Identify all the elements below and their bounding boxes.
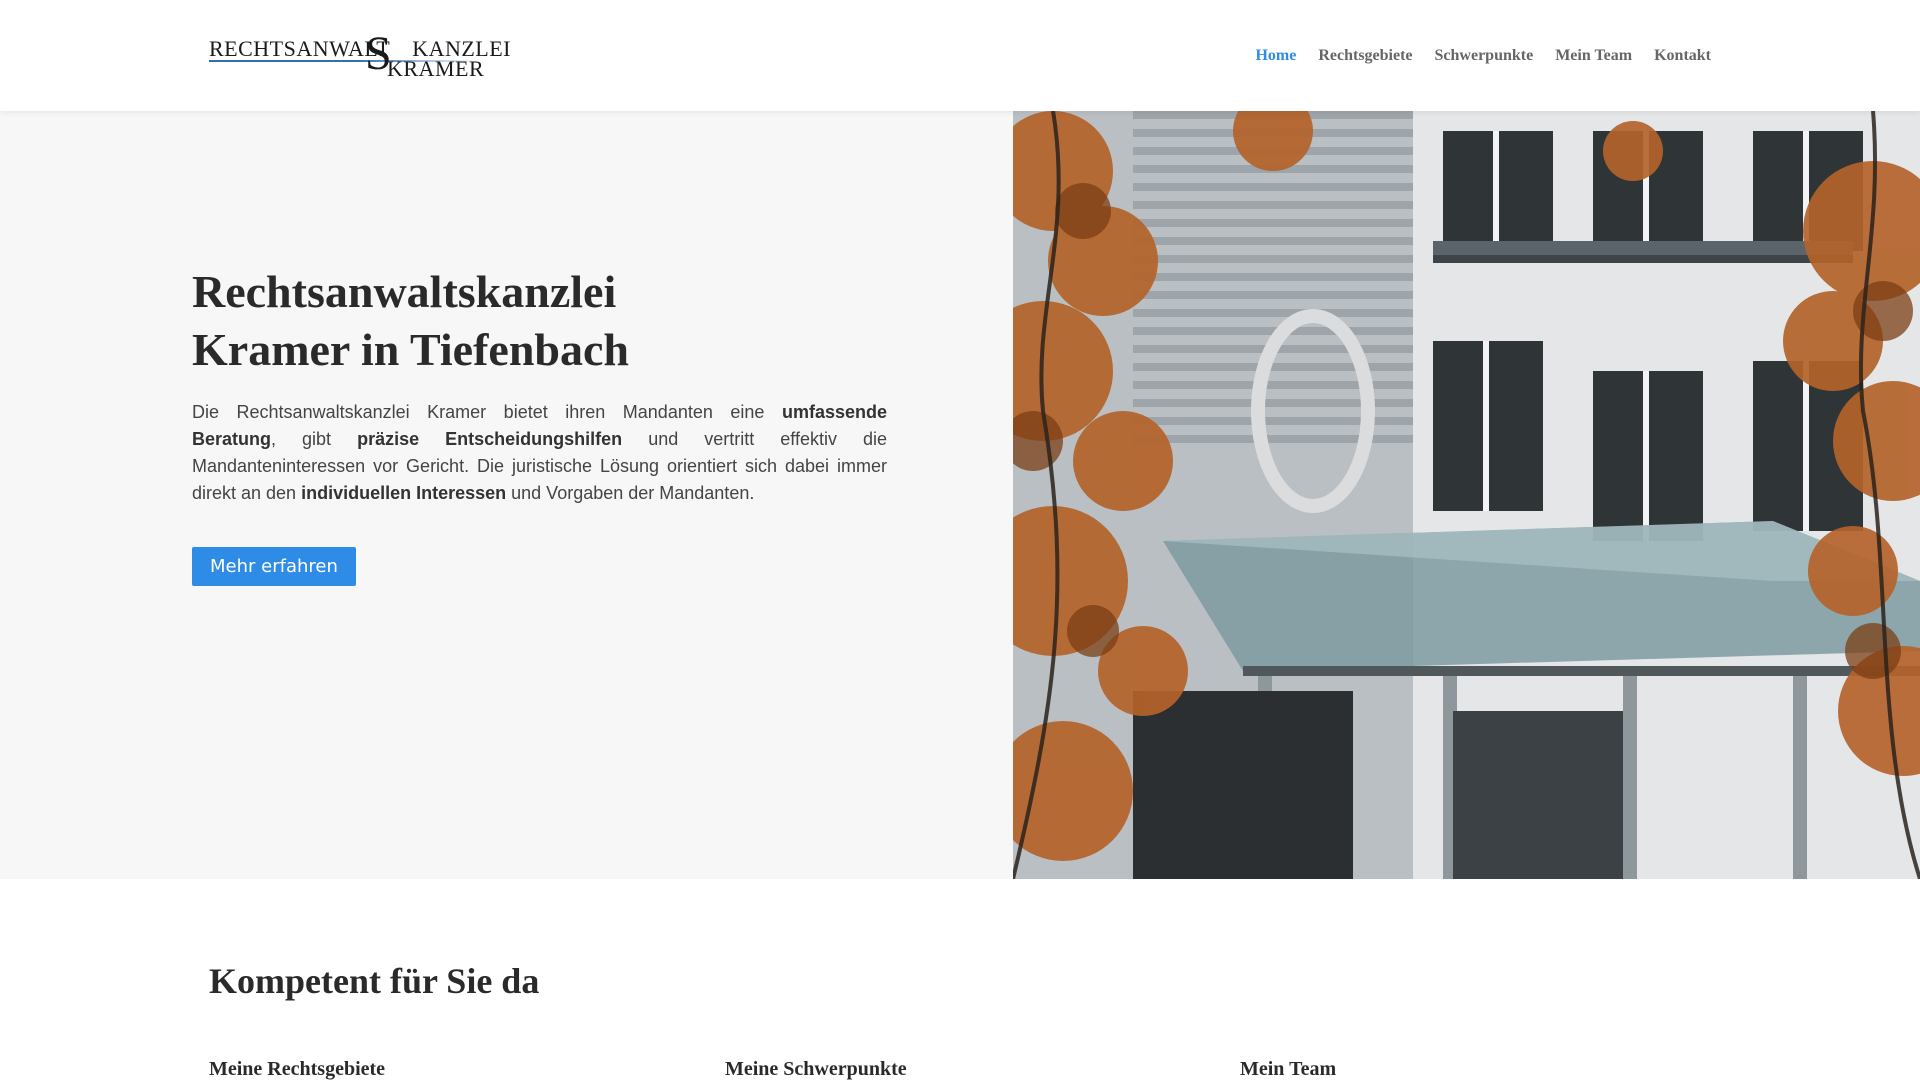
hero-text-bold: präzise Entscheidungshilfen xyxy=(357,429,623,449)
nav-item-kontakt[interactable]: Kontakt xyxy=(1654,47,1711,65)
section-title: Kompetent für Sie da xyxy=(209,961,540,1001)
column-heading-rechtsgebiete: Meine Rechtsgebiete xyxy=(209,1058,386,1080)
main-nav: Home Rechtsgebiete Schwerpunkte Mein Tea… xyxy=(1255,47,1711,65)
hero-text-part: und Vorgaben der Mandanten. xyxy=(506,483,755,503)
hero-text-bold: individuellen Interessen xyxy=(301,483,507,503)
hero-title: Rechtsanwaltskanzlei Kramer in Tiefenbac… xyxy=(192,263,887,379)
hero-section: Rechtsanwaltskanzlei Kramer in Tiefenbac… xyxy=(0,111,1920,879)
site-header: RECHTSANWALT KANZLEI S KRAMER Home Rechts… xyxy=(0,0,1920,111)
column-heading-mein-team: Mein Team xyxy=(1240,1058,1337,1080)
hero-content: Rechtsanwaltskanzlei Kramer in Tiefenbac… xyxy=(192,263,887,586)
nav-item-rechtsgebiete[interactable]: Rechtsgebiete xyxy=(1318,47,1412,65)
office-building-photo xyxy=(1013,111,1920,879)
hero-title-line2: Kramer in Tiefenbach xyxy=(192,324,629,375)
column-heading-schwerpunkte: Meine Schwerpunkte xyxy=(725,1058,907,1080)
nav-item-home[interactable]: Home xyxy=(1255,47,1296,65)
building-illustration xyxy=(1013,111,1920,879)
hero-text-part: , gibt xyxy=(271,429,358,449)
hero-text-part: Die Rechtsanwaltskanzlei Kramer bietet i… xyxy=(192,402,782,422)
nav-item-schwerpunkte[interactable]: Schwerpunkte xyxy=(1435,47,1534,65)
hero-description: Die Rechtsanwaltskanzlei Kramer bietet i… xyxy=(192,399,887,507)
logo-text-bottom: KRAMER xyxy=(387,56,485,81)
nav-item-mein-team[interactable]: Mein Team xyxy=(1555,47,1632,65)
logo[interactable]: RECHTSANWALT KANZLEI S KRAMER xyxy=(209,30,511,81)
hero-title-line1: Rechtsanwaltskanzlei xyxy=(192,266,617,317)
mehr-erfahren-button[interactable]: Mehr erfahren xyxy=(192,547,356,586)
